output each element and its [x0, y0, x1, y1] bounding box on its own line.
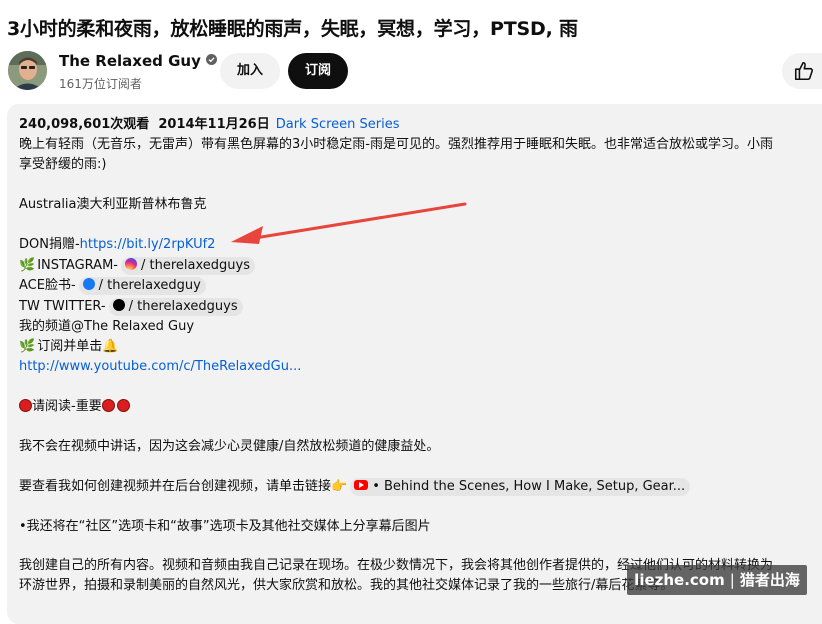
twitter-handle[interactable]: / therelaxedguys — [129, 299, 238, 314]
instagram-chip[interactable]: / therelaxedguys — [120, 257, 255, 275]
watermark-site: liezhe.com — [634, 571, 725, 589]
video-title: 3小时的柔和夜雨，放松睡眠的雨声，失眠，冥想，学习，PTSD, 雨 — [7, 18, 578, 40]
twitter-label: TW TWITTER- — [19, 299, 106, 314]
leaf-icon: 🌿 — [19, 339, 36, 354]
channel-avatar[interactable] — [8, 51, 47, 90]
watermark-badge: liezhe.com | 猎者出海 — [627, 565, 807, 595]
facebook-label: ACE脸书- — [19, 278, 76, 293]
red-circle-icon — [101, 399, 115, 412]
outro-line-2: 环游世界，拍摄和录制美丽的自然风光，供大家欣赏和放松。我的其他社交媒体记录了我的… — [19, 578, 674, 593]
intro-line-1: 晚上有轻雨（无音乐，无雷声）带有黑色屏幕的3小时稳定雨-雨是可见的。强烈推荐用于… — [19, 137, 773, 152]
instagram-line: 🌿 INSTAGRAM- / therelaxedguys — [19, 257, 255, 275]
twitter-line: TW TWITTER- / therelaxedguys — [19, 298, 243, 316]
facebook-handle[interactable]: / therelaxedguy — [99, 278, 201, 293]
facebook-icon — [82, 278, 95, 290]
leaf-icon: 🌿 — [19, 258, 36, 273]
watermark-separator: | — [729, 571, 735, 589]
twitter-chip[interactable]: / therelaxedguys — [108, 298, 243, 316]
view-count: 240,098,601次观看 — [19, 117, 150, 132]
instagram-icon — [124, 258, 137, 270]
donate-line: DON捐赠-https://bit.ly/2rpKUf2 — [19, 236, 215, 254]
watermark-name: 猎者出海 — [739, 571, 800, 589]
top-strip — [0, 0, 822, 4]
red-circle-icon — [19, 399, 32, 412]
community-line: •我还将在“社区”选项卡和“故事”选项卡及其他社交媒体上分享幕后图片 — [19, 519, 431, 534]
please-read-line: 请阅读-重要 — [19, 398, 130, 416]
x-icon — [112, 299, 125, 311]
youtube-icon — [354, 480, 369, 490]
facebook-line: ACE脸书- / therelaxedguy — [19, 277, 206, 295]
my-channel-line: 我的频道@The Relaxed Guy — [19, 319, 195, 334]
donate-link[interactable]: https://bit.ly/2rpKUf2 — [80, 237, 216, 252]
channel-name-text[interactable]: The Relaxed Guy — [59, 52, 201, 70]
channel-url-line: http://www.youtube.com/c/TheRelaxedGu... — [19, 358, 301, 376]
behind-scenes-chip[interactable]: • Behind the Scenes, How I Make, Setup, … — [350, 478, 691, 496]
join-button[interactable]: 加入 — [220, 53, 280, 89]
behind-scenes-text: 要查看我如何创建视频并在后台创建视频，请单击链接 — [19, 479, 332, 494]
facebook-chip[interactable]: / therelaxedguy — [78, 277, 206, 295]
verified-icon — [205, 54, 217, 65]
no-talking-line: 我不会在视频中讲话，因为这会减少心灵健康/自然放松频道的健康益处。 — [19, 439, 440, 454]
thumbs-up-icon — [794, 61, 813, 81]
please-read-text: 请阅读-重要 — [32, 399, 102, 414]
pointing-hand-icon: 👉 — [331, 479, 348, 494]
location-line: Australia澳大利亚斯普林布鲁克 — [19, 197, 207, 212]
annotation-arrow — [231, 202, 467, 244]
subscribe-click-text: 订阅并单击 — [37, 339, 103, 354]
channel-name[interactable]: The Relaxed Guy — [59, 52, 217, 70]
upload-date: 2014年11月26日 — [158, 117, 270, 132]
instagram-label: INSTAGRAM- — [37, 258, 118, 273]
red-circle-icon — [116, 399, 130, 412]
subscribe-button[interactable]: 订阅 — [288, 53, 348, 89]
bell-icon: 🔔 — [102, 339, 119, 354]
donate-label: DON捐赠- — [19, 237, 80, 252]
like-button[interactable] — [782, 53, 822, 89]
behind-scenes-line: 要查看我如何创建视频并在后台创建视频，请单击链接👉 • Behind the Sc… — [19, 478, 691, 496]
behind-scenes-chip-text[interactable]: • Behind the Scenes, How I Make, Setup, … — [372, 479, 685, 494]
channel-url-link[interactable]: http://www.youtube.com/c/TheRelaxedGu... — [19, 359, 301, 374]
intro-line-2: 享受舒缓的雨:) — [19, 157, 107, 172]
series-link[interactable]: Dark Screen Series — [276, 117, 400, 132]
instagram-handle[interactable]: / therelaxedguys — [141, 258, 250, 273]
subscriber-count: 161万位订阅者 — [59, 77, 142, 91]
subscribe-click-line: 🌿 订阅并单击🔔 — [19, 338, 118, 356]
video-meta: 240,098,601次观看 2014年11月26日 Dark Screen Se… — [19, 116, 400, 134]
